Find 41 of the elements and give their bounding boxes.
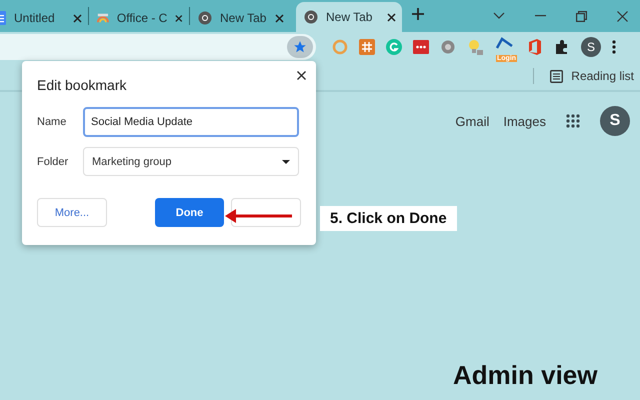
dots-icon[interactable] xyxy=(413,39,429,55)
list-icon[interactable] xyxy=(550,70,564,82)
new-tab-icon[interactable] xyxy=(412,8,424,20)
name-field[interactable]: Social Media Update xyxy=(83,107,299,137)
tab-search-icon[interactable] xyxy=(493,12,505,20)
header-link[interactable]: Images xyxy=(503,114,546,128)
account-avatar[interactable]: S xyxy=(600,106,630,136)
bookmark-star-button[interactable] xyxy=(287,36,313,58)
hashtag-icon[interactable] xyxy=(359,39,375,55)
puzzle-icon[interactable] xyxy=(554,39,570,55)
caret-icon xyxy=(282,160,290,164)
pointer-arrow xyxy=(224,208,294,224)
restore-icon[interactable] xyxy=(576,10,587,22)
dialog-button[interactable]: More... xyxy=(37,198,107,227)
folder-dropdown[interactable]: Marketing group xyxy=(83,147,299,176)
dialog-title: Edit bookmark xyxy=(37,77,128,93)
browser-tab[interactable]: New Tab xyxy=(190,4,290,32)
reading-list-button[interactable]: Reading list xyxy=(571,69,634,83)
browser-icon xyxy=(198,11,212,25)
close-icon[interactable] xyxy=(175,14,183,22)
header-link[interactable]: Gmail xyxy=(455,114,490,128)
browser-tab[interactable]: Untitled xyxy=(0,4,88,32)
done-button[interactable]: Done xyxy=(155,198,224,227)
office-icon[interactable] xyxy=(527,39,543,55)
caption: Admin view xyxy=(453,360,598,391)
apps-grid-icon[interactable] xyxy=(566,114,580,128)
browser-tab[interactable]: New Tab xyxy=(296,2,402,32)
step-annotation: 5. Click on Done xyxy=(320,206,457,231)
close-icon[interactable] xyxy=(387,12,396,22)
browser-icon xyxy=(304,10,318,24)
close-icon[interactable] xyxy=(73,14,82,22)
browser-tab[interactable]: Office - C xyxy=(89,4,189,32)
profile-avatar[interactable]: S xyxy=(581,37,601,57)
star-icon xyxy=(293,40,307,54)
close-icon[interactable] xyxy=(617,10,628,22)
rainbow-icon xyxy=(97,11,109,25)
field-label: Folder xyxy=(37,156,70,168)
menu-icon[interactable] xyxy=(612,40,616,54)
field-label: Name xyxy=(37,116,68,128)
minimize-icon[interactable] xyxy=(535,15,546,17)
close-icon[interactable] xyxy=(275,14,284,22)
